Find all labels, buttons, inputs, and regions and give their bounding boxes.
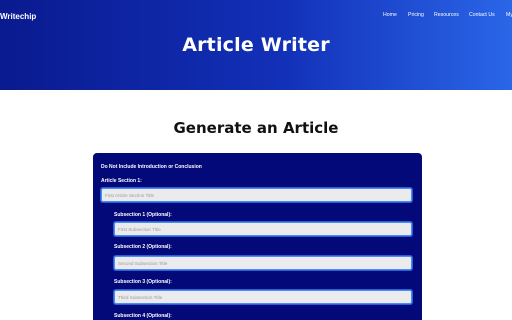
subsection-4-label: Subsection 4 (Optional):: [114, 313, 172, 319]
subsection-3-label: Subsection 3 (Optional):: [114, 279, 172, 285]
section-heading: Generate an Article: [173, 119, 339, 137]
subsection-2-input[interactable]: [114, 256, 412, 270]
nav-my-account[interactable]: My: [506, 12, 512, 18]
nav-resources[interactable]: Resources: [434, 12, 459, 18]
subsection-1-label: Subsection 1 (Optional):: [114, 212, 172, 218]
subsection-2-label: Subsection 2 (Optional):: [114, 244, 172, 250]
page-title: Article Writer: [182, 34, 330, 56]
nav-contact-us[interactable]: Contact Us: [469, 12, 495, 18]
form-note: Do Not Include Introduction or Conclusio…: [101, 164, 202, 170]
hero-header: Writechip Home Pricing Resources Contact…: [0, 0, 512, 90]
subsection-3-input[interactable]: [114, 290, 412, 304]
section-1-label: Article Section 1:: [101, 178, 142, 184]
section-1-input[interactable]: [101, 188, 412, 202]
article-form: Do Not Include Introduction or Conclusio…: [93, 153, 422, 320]
brand-logo[interactable]: Writechip: [0, 12, 36, 21]
nav-pricing[interactable]: Pricing: [408, 12, 424, 18]
subsection-1-input[interactable]: [114, 222, 412, 236]
nav-home[interactable]: Home: [383, 12, 397, 18]
